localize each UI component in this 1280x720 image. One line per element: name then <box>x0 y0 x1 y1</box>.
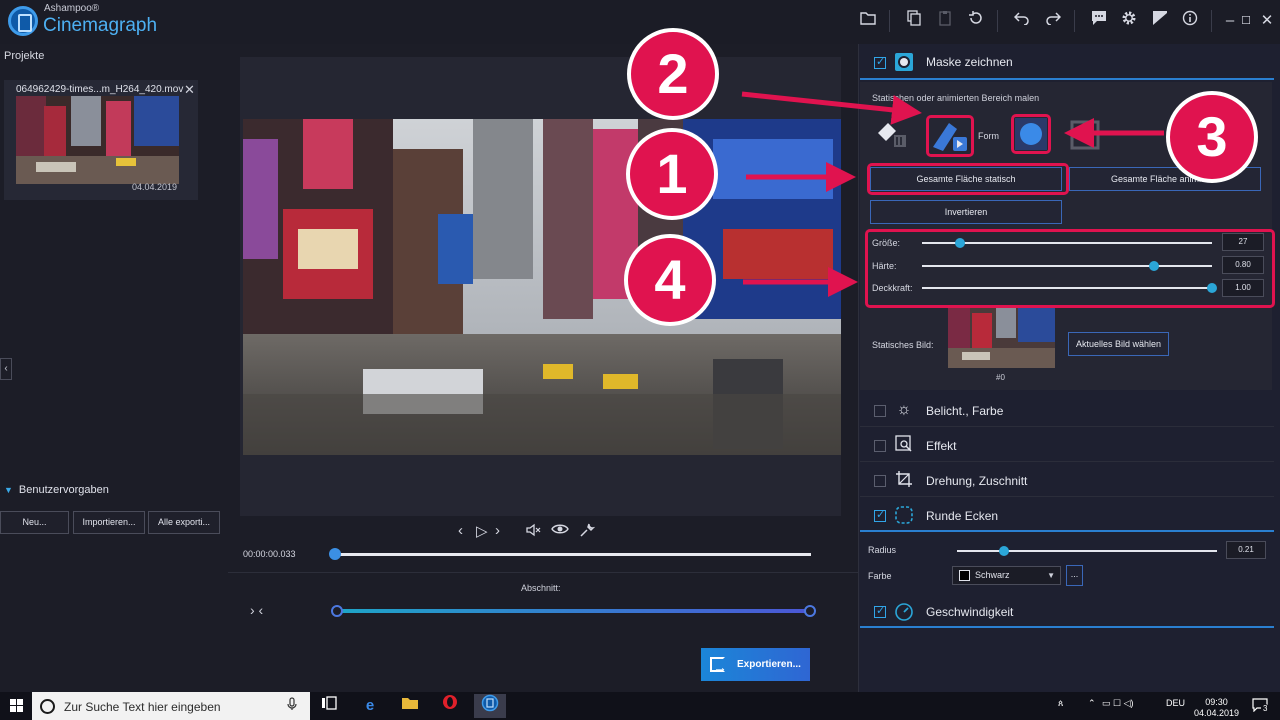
taskbar-search[interactable]: Zur Suche Text hier eingeben <box>32 692 310 720</box>
annotation-3: 3 <box>1166 91 1258 183</box>
search-icon <box>40 699 55 714</box>
show-hidden-icons[interactable]: ⌃ <box>1088 698 1096 709</box>
language-indicator[interactable]: DEU <box>1166 698 1185 708</box>
opera-browser-icon[interactable] <box>434 694 466 718</box>
notifications-icon[interactable]: 3 <box>1252 698 1270 714</box>
windows-start-icon[interactable] <box>10 699 24 713</box>
annotation-4: 4 <box>624 234 716 326</box>
task-view-icon[interactable] <box>313 694 345 718</box>
microphone-icon[interactable] <box>287 697 297 714</box>
taskbar: Zur Suche Text hier eingeben e ጰ ⌃ ▭ ☐ ◁… <box>0 692 1280 720</box>
annotation-arrows <box>741 91 1164 297</box>
edge-browser-icon[interactable]: e <box>354 694 386 718</box>
taskbar-clock[interactable]: 09:30 04.04.2019 <box>1194 697 1239 719</box>
annotation-2: 2 <box>627 28 719 120</box>
annotation-1: 1 <box>626 128 718 220</box>
file-explorer-icon[interactable] <box>394 694 426 718</box>
notification-count: 3 <box>1261 704 1270 713</box>
people-icon[interactable]: ጰ <box>1058 698 1063 709</box>
search-placeholder: Zur Suche Text hier eingeben <box>64 700 221 714</box>
clock-time: 09:30 <box>1205 697 1228 707</box>
cinemagraph-taskbar-icon[interactable] <box>474 694 506 718</box>
clock-date: 04.04.2019 <box>1194 708 1240 718</box>
system-tray-icons[interactable]: ▭ ☐ ◁) <box>1102 698 1134 709</box>
